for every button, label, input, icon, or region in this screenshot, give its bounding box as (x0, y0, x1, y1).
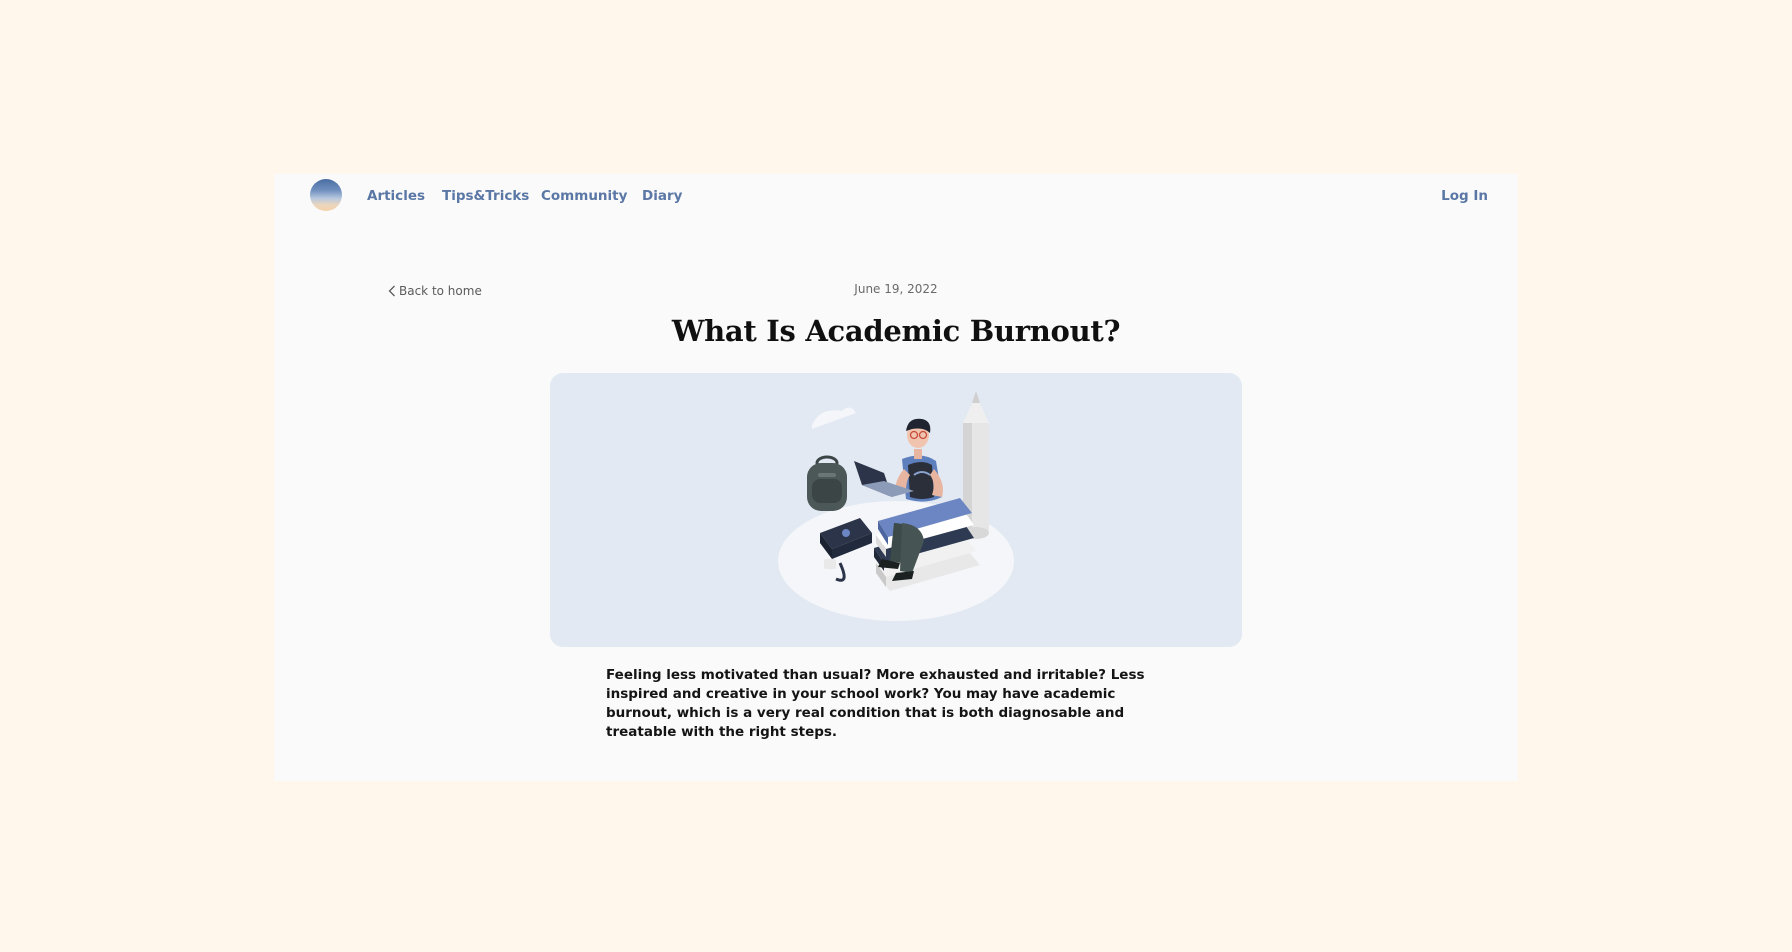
article-title: What Is Academic Burnout? (671, 314, 1121, 348)
nav-item-community[interactable]: Community (541, 188, 627, 204)
nav-item-articles[interactable]: Articles (367, 188, 425, 204)
site-logo[interactable] (310, 179, 342, 211)
login-link[interactable]: Log In (1441, 188, 1488, 204)
article-intro: Feeling less motivated than usual? More … (606, 667, 1145, 740)
article-hero-illustration (550, 373, 1242, 647)
nav-item-tips-tricks[interactable]: Tips&Tricks (442, 188, 529, 204)
page-container: Articles Tips&Tricks Community Diary Log… (274, 174, 1518, 781)
article-date: June 19, 2022 (854, 282, 938, 296)
student-laptop-illustration (778, 391, 1014, 621)
top-navigation: Articles Tips&Tricks Community Diary Log… (274, 174, 1518, 218)
nav-item-diary[interactable]: Diary (642, 188, 682, 204)
